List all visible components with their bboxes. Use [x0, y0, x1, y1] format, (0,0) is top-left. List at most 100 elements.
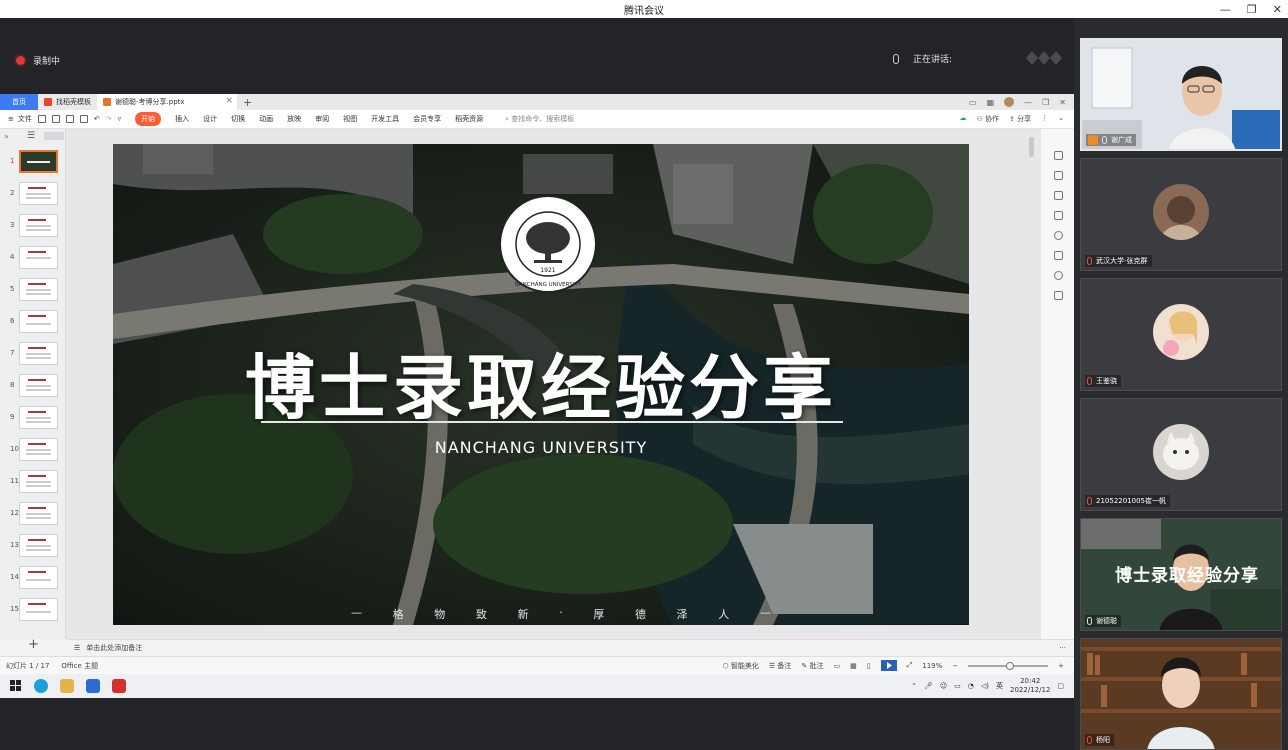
zoom-level[interactable]: 119%	[922, 662, 942, 670]
thumbnail-view-icon[interactable]	[44, 132, 64, 140]
menu-view[interactable]: 视图	[343, 114, 357, 124]
properties-icon[interactable]	[1054, 171, 1063, 180]
outline-view-icon[interactable]: ☰	[27, 131, 35, 141]
hamburger-icon[interactable]: ≡	[8, 115, 14, 123]
slide-thumbnail[interactable]: 15	[0, 596, 66, 624]
participant-tile[interactable]: 谢广成	[1080, 38, 1282, 151]
menu-developer[interactable]: 开发工具	[371, 114, 399, 124]
menu-insert[interactable]: 插入	[175, 114, 189, 124]
restore-icon[interactable]: ❐	[1247, 3, 1257, 16]
participant-tile[interactable]: 杨阳	[1080, 638, 1282, 750]
edge-browser-icon[interactable]	[34, 679, 48, 693]
image-icon[interactable]	[1054, 251, 1063, 260]
play-slideshow-button[interactable]	[880, 660, 897, 671]
vertical-scrollbar[interactable]	[1029, 137, 1034, 157]
normal-view-icon[interactable]: ▭	[834, 662, 841, 670]
print-icon[interactable]	[65, 115, 74, 123]
zoom-slider-knob[interactable]	[1006, 661, 1015, 670]
participant-tile[interactable]: 武汉大学-张克群	[1080, 158, 1282, 271]
tray-mic-icon[interactable]: 🎤︎	[924, 682, 933, 690]
tab-document[interactable]: 谢德聪-考博分享.pptx ×	[97, 94, 237, 110]
slide-thumbnail[interactable]: 9	[0, 404, 66, 432]
smart-beautify-button[interactable]: ⬡ 智能美化	[723, 661, 759, 671]
menu-docer-resources[interactable]: 稻壳资源	[455, 114, 483, 124]
help-icon[interactable]	[1054, 231, 1063, 240]
location-icon[interactable]	[1054, 271, 1063, 280]
minimize-icon[interactable]: —	[1220, 3, 1231, 16]
animation-icon[interactable]	[1054, 191, 1063, 200]
add-slide-button[interactable]: +	[28, 637, 39, 652]
tab-template[interactable]: 找稻壳模板	[38, 94, 97, 110]
close-icon[interactable]: ✕	[1273, 3, 1282, 16]
current-slide[interactable]: 1921 NANCHANG UNIVERSITY 博士录取经验分享 NANCHA…	[113, 144, 969, 625]
book-icon[interactable]	[1054, 291, 1063, 300]
zoom-in-icon[interactable]: +	[1058, 662, 1064, 670]
slide-thumbnail[interactable]: 6	[0, 308, 66, 336]
more-icon[interactable]: ⋮	[1041, 114, 1048, 124]
tray-volume-icon[interactable]: ◁)	[981, 682, 989, 690]
participant-tile[interactable]: 王鉴骁	[1080, 278, 1282, 391]
user-avatar-icon[interactable]	[1004, 97, 1015, 107]
slide-thumbnail[interactable]: 12	[0, 500, 66, 528]
copy-icon[interactable]	[1054, 211, 1063, 220]
slide-thumbnail[interactable]: 7	[0, 340, 66, 368]
notification-icon[interactable]: ▢	[1057, 682, 1064, 690]
windows-start-icon[interactable]	[10, 680, 22, 692]
notes-more-icon[interactable]: ···	[1059, 644, 1074, 652]
slide-thumbnail[interactable]: 2	[0, 180, 66, 208]
slide-thumbnail[interactable]: 11	[0, 468, 66, 496]
notes-toggle-button[interactable]: ☰ 备注	[769, 661, 792, 671]
wps-office-icon[interactable]	[112, 679, 126, 693]
taskbar-clock[interactable]: 20:42 2022/12/12	[1010, 677, 1050, 695]
expand-panel-icon[interactable]: »	[4, 132, 9, 141]
layout-icon[interactable]: ▭	[969, 98, 977, 107]
tray-network-icon[interactable]: ◔	[968, 682, 974, 690]
new-tab-button[interactable]: +	[237, 94, 258, 110]
recording-indicator[interactable]: 录制中	[16, 54, 60, 67]
menu-animation[interactable]: 动画	[259, 114, 273, 124]
slide-thumbnail[interactable]: 1	[0, 148, 66, 176]
grid-icon[interactable]: ▦	[987, 98, 995, 107]
ime-indicator[interactable]: 英	[996, 681, 1003, 691]
file-explorer-icon[interactable]	[60, 679, 74, 693]
notes-bar[interactable]: ☰ 单击此处添加备注 ···	[66, 639, 1074, 656]
menu-review[interactable]: 审阅	[315, 114, 329, 124]
zoom-slider[interactable]	[968, 661, 1049, 670]
slide-thumbnail[interactable]: 10	[0, 436, 66, 464]
menu-member[interactable]: 会员专享	[413, 114, 441, 124]
slide-thumbnail[interactable]: 3	[0, 212, 66, 240]
tray-user-icon[interactable]: ☺	[940, 682, 947, 690]
sorter-view-icon[interactable]: ▦	[850, 662, 857, 670]
undo-icon[interactable]: ↶	[94, 115, 100, 123]
slide-thumbnail[interactable]: 4	[0, 244, 66, 272]
tray-expand-icon[interactable]: ⌃	[911, 682, 917, 690]
tray-battery-icon[interactable]: ▭	[954, 682, 961, 690]
tab-home[interactable]: 首页	[0, 94, 38, 110]
command-search[interactable]: ⌕ 查找命令、搜索模板	[505, 114, 574, 124]
slide-thumbnail[interactable]: 13	[0, 532, 66, 560]
collab-button[interactable]: ⚇ 协作	[977, 114, 1000, 124]
export-pdf-icon[interactable]	[51, 115, 60, 123]
reading-view-icon[interactable]: ▯	[867, 662, 871, 670]
comments-button[interactable]: ✎ 批注	[801, 661, 823, 671]
wps-restore-icon[interactable]: ❐	[1042, 98, 1049, 107]
preview-icon[interactable]	[79, 115, 88, 123]
share-button[interactable]: ⇪ 分享	[1009, 114, 1031, 124]
slide-thumbnail[interactable]: 5	[0, 276, 66, 304]
menu-file[interactable]: 文件	[18, 114, 32, 124]
quick-access-dropdown-icon[interactable]: ▿	[118, 115, 122, 123]
participant-tile[interactable]: 博士录取经验分享 谢德聪	[1080, 518, 1282, 631]
save-icon[interactable]	[37, 115, 46, 123]
slide-thumbnail[interactable]: 14	[0, 564, 66, 592]
tab-close-icon[interactable]: ×	[225, 96, 233, 106]
wps-close-icon[interactable]: ✕	[1059, 98, 1066, 107]
redo-icon[interactable]: ↷	[106, 115, 112, 123]
wps-minimize-icon[interactable]: —	[1024, 98, 1032, 107]
menu-transition[interactable]: 切换	[231, 114, 245, 124]
menu-start[interactable]: 开始	[135, 112, 162, 126]
slide-thumbnail[interactable]: 8	[0, 372, 66, 400]
collapse-ribbon-icon[interactable]: ⌄	[1058, 114, 1064, 124]
menu-slideshow[interactable]: 放映	[287, 114, 301, 124]
sync-cloud-icon[interactable]: ☁	[960, 114, 967, 124]
fit-window-icon[interactable]: ⤢	[907, 661, 913, 670]
